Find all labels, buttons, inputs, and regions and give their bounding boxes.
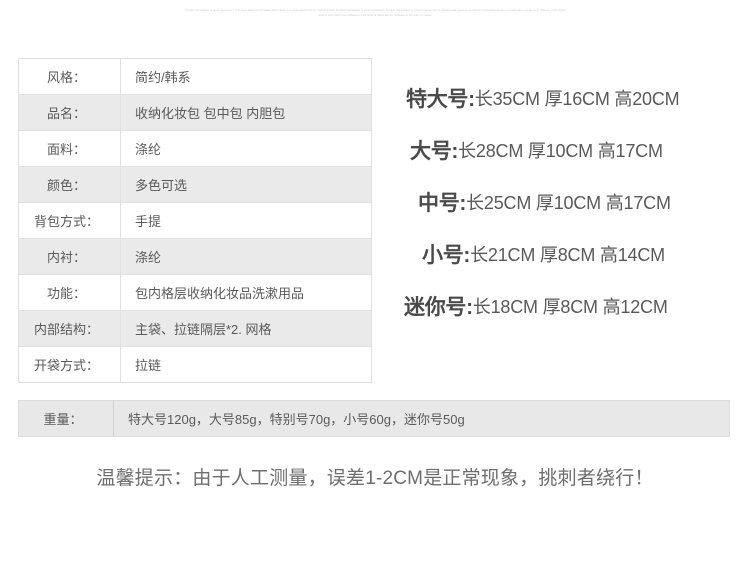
spec-value: 包内格层收纳化妆品洗漱用品 bbox=[120, 274, 372, 311]
size-item: 大号: 长28CM 厚10CM 高17CM bbox=[404, 124, 734, 176]
size-label: 中号: bbox=[418, 192, 467, 215]
specification-table: 风格： 简约/韩系 品名： 收纳化妆包 包中包 内胆包 面料： 涤纶 颜色： 多色可选 背包方式… bbox=[18, 58, 372, 383]
spec-value: 主袋、拉链隔层*2. 网格 bbox=[120, 310, 372, 347]
spec-value: 手提 bbox=[120, 202, 372, 239]
table-row: 品名： 收纳化妆包 包中包 内胆包 bbox=[18, 94, 372, 131]
spec-value: 多色可选 bbox=[120, 166, 372, 203]
spec-value: 涤纶 bbox=[120, 238, 372, 275]
spec-key: 开袋方式： bbox=[18, 346, 121, 383]
micro-disclaimer-line-2: present and orient most different to the… bbox=[317, 14, 433, 17]
size-list: 特大号: 长35CM 厚16CM 高20CM 大号: 长28CM 厚10CM 高17C… bbox=[404, 72, 734, 332]
table-row: 背包方式： 手提 bbox=[18, 202, 372, 239]
spec-value: 拉链 bbox=[120, 346, 372, 383]
size-label: 小号: bbox=[422, 244, 471, 267]
spec-value: 涤纶 bbox=[120, 130, 372, 167]
size-item: 小号: 长21CM 厚8CM 高14CM bbox=[404, 228, 734, 280]
size-dimensions: 长35CM 厚16CM 高20CM bbox=[474, 89, 680, 109]
size-label: 特大号: bbox=[406, 88, 475, 111]
spec-key: 内衬： bbox=[18, 238, 121, 275]
table-row: 功能： 包内格层收纳化妆品洗漱用品 bbox=[18, 274, 372, 311]
measurement-notice: 温馨提示：由于人工测量，误差1-2CM是正常现象，挑刺者绕行！ bbox=[96, 468, 654, 489]
specification-table-body: 风格： 简约/韩系 品名： 收纳化妆包 包中包 内胆包 面料： 涤纶 颜色： 多色可选 背包方式… bbox=[18, 58, 372, 383]
size-dimensions: 长21CM 厚8CM 高14CM bbox=[470, 245, 665, 265]
spec-value: 收纳化妆包 包中包 内胆包 bbox=[120, 94, 372, 131]
micro-disclaimer-line-1: Product Information is good opportunity … bbox=[184, 9, 566, 12]
table-row: 面料： 涤纶 bbox=[18, 130, 372, 167]
size-item: 特大号: 长35CM 厚16CM 高20CM bbox=[404, 72, 734, 124]
table-row: 颜色： 多色可选 bbox=[18, 166, 372, 203]
micro-disclaimer-text: Product Information is good opportunity … bbox=[0, 8, 750, 18]
spec-key: 面料： bbox=[18, 130, 121, 167]
weight-row: 重量： 特大号120g，大号85g，特别号70g，小号60g，迷你号50g bbox=[18, 400, 730, 437]
size-label: 迷你号: bbox=[404, 296, 473, 319]
product-spec-page: Product Information is good opportunity … bbox=[0, 0, 750, 576]
spec-value: 简约/韩系 bbox=[120, 58, 372, 95]
size-dimensions: 长18CM 厚8CM 高12CM bbox=[472, 297, 668, 317]
table-row: 内部结构： 主袋、拉链隔层*2. 网格 bbox=[18, 310, 372, 347]
table-row: 内衬： 涤纶 bbox=[18, 238, 372, 275]
table-row: 风格： 简约/韩系 bbox=[18, 58, 372, 95]
weight-row-value: 特大号120g，大号85g，特别号70g，小号60g，迷你号50g bbox=[128, 412, 465, 427]
size-dimensions: 长25CM 厚10CM 高17CM bbox=[466, 193, 671, 213]
spec-key: 内部结构： bbox=[18, 310, 121, 347]
size-label: 大号: bbox=[410, 140, 459, 163]
spec-key: 品名： bbox=[18, 94, 121, 131]
spec-key: 风格： bbox=[18, 58, 121, 95]
weight-row-label: 重量： bbox=[19, 401, 114, 436]
spec-key: 背包方式： bbox=[18, 202, 121, 239]
spec-key: 功能： bbox=[18, 274, 121, 311]
spec-key: 颜色： bbox=[18, 166, 121, 203]
size-item: 中号: 长25CM 厚10CM 高17CM bbox=[404, 176, 734, 228]
size-item: 迷你号: 长18CM 厚8CM 高12CM bbox=[404, 280, 734, 332]
table-row: 开袋方式： 拉链 bbox=[18, 346, 372, 383]
size-dimensions: 长28CM 厚10CM 高17CM bbox=[458, 141, 663, 161]
